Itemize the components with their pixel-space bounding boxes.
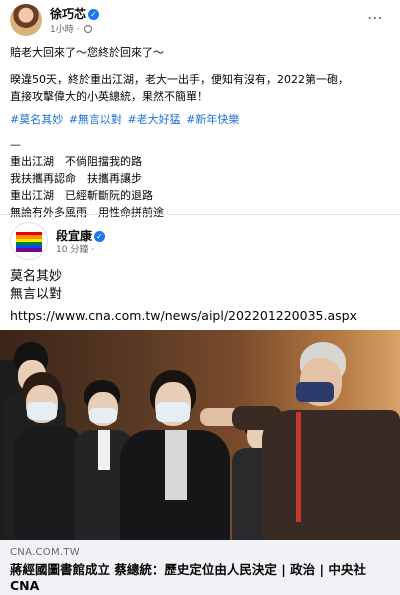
verified-badge-icon: ✓	[94, 231, 106, 242]
link-preview-footer[interactable]: CNA.COM.TW 蔣經國圖書館成立 蔡總統：歷史定位由人民決定 | 政治 |…	[0, 540, 400, 595]
shared-post-header: 段宜康 ✓ 10 分鐘 ·	[0, 220, 400, 266]
globe-icon	[84, 25, 93, 33]
post-body: 賠老大回來了～您終於回來了～ 暌違50天，終於重出江湖，老大一出手，便知有沒有，…	[10, 44, 390, 221]
shared-link-url[interactable]: https://www.cna.com.tw/news/aipl/2022012…	[10, 308, 357, 323]
shared-line-2: 無言以對	[10, 287, 63, 302]
more-options-icon[interactable]: ⋯	[367, 8, 384, 27]
author-avatar[interactable]	[10, 4, 42, 36]
shared-post-body: 莫名其妙 無言以對	[10, 268, 390, 304]
shared-line-1: 莫名其妙	[10, 269, 63, 284]
shared-author-name[interactable]: 段宜康	[56, 229, 92, 243]
hashtag-link[interactable]: #無言以對	[69, 113, 122, 126]
link-domain: CNA.COM.TW	[10, 547, 80, 558]
shared-meta: 10 分鐘 ·	[56, 245, 95, 255]
author-name[interactable]: 徐巧芯	[50, 7, 86, 21]
hashtag-link[interactable]: #新年快樂	[186, 113, 239, 126]
post-time[interactable]: 1小時	[50, 25, 74, 35]
hashtag-list: #莫名其妙 #無言以對 #老大好猛 #新年快樂	[10, 111, 390, 128]
post-line-1: 賠老大回來了～您終於回來了～	[10, 46, 164, 59]
post-line-2: 暌違50天，終於重出江湖，老大一出手，便知有沒有，2022第一砲， 直接攻擊偉大…	[10, 73, 349, 103]
shared-time[interactable]: 10 分鐘	[56, 245, 88, 255]
link-preview-image[interactable]	[0, 330, 400, 540]
post-meta: 1小時 ·	[50, 22, 93, 35]
author-name-row: 徐巧芯 ✓	[50, 5, 100, 22]
shared-author-avatar[interactable]	[10, 222, 48, 260]
hashtag-link[interactable]: #老大好猛	[127, 113, 180, 126]
shared-divider	[0, 214, 400, 215]
post-poem: — 重出江湖 不倘阻擋我的路 我扶攜再認命 扶攜再讓步 重出江湖 已經斬斷阮的退…	[10, 138, 164, 219]
link-title[interactable]: 蔣經國圖書館成立 蔡總統：歷史定位由人民決定 | 政治 | 中央社 CNA	[10, 562, 394, 594]
verified-badge-icon: ✓	[88, 9, 100, 20]
hashtag-link[interactable]: #莫名其妙	[10, 113, 63, 126]
rainbow-flag-icon	[16, 232, 42, 252]
post-header: 徐巧芯 ✓ 1小時 · ⋯	[0, 0, 400, 36]
